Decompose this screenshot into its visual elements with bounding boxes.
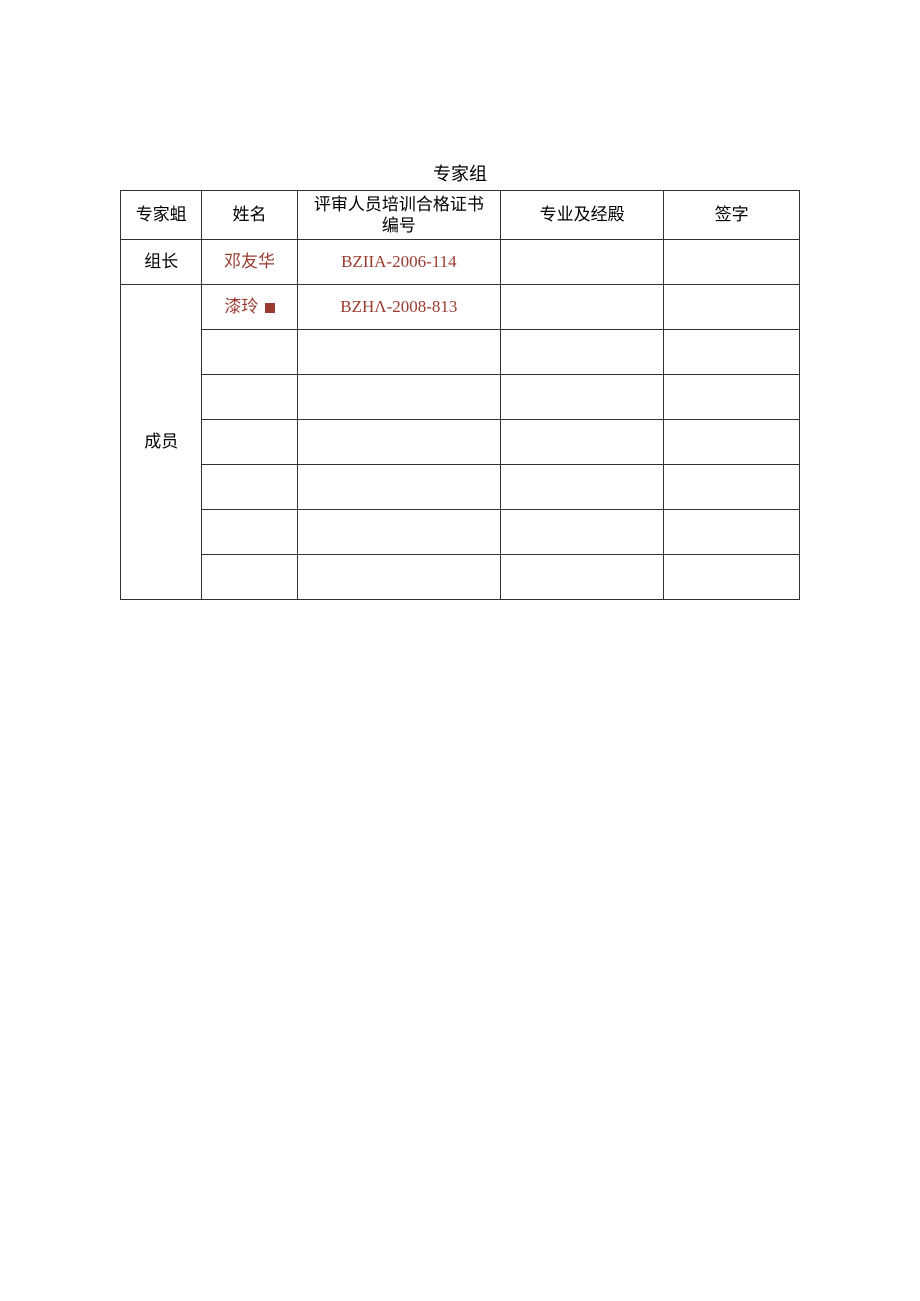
table-row: 成员 漆玲 BZHΛ-2008-813 [121,285,800,330]
cell-name-text: 漆玲 [224,297,258,316]
role-leader: 组长 [121,240,202,285]
cell-cert [297,465,501,510]
cell-domain [501,420,664,465]
cell-domain [501,510,664,555]
expert-table: 专家蛆 姓名 评审人员培训合格证书 编号 专业及经殿 签字 组长 邓友华 BZI… [120,190,800,600]
cell-domain [501,285,664,330]
cell-sign [664,375,800,420]
cell-name [202,330,297,375]
header-cert: 评审人员培训合格证书 编号 [297,191,501,240]
cell-cert [297,330,501,375]
table-row [121,420,800,465]
cell-name [202,555,297,600]
cell-sign [664,465,800,510]
cell-sign [664,330,800,375]
cell-name [202,420,297,465]
page: 专家组 专家蛆 姓名 评审人员培训合格证书 编号 专业及经殿 签字 组长 邓友华… [0,0,920,600]
cell-domain [501,240,664,285]
cell-sign [664,420,800,465]
page-title: 专家组 [120,160,800,186]
cell-domain [501,465,664,510]
cell-cert [297,375,501,420]
table-row: 组长 邓友华 BZIIA-2006-114 [121,240,800,285]
cell-cert: BZIIA-2006-114 [297,240,501,285]
cell-cert [297,555,501,600]
cell-sign [664,555,800,600]
cell-sign [664,285,800,330]
cell-domain [501,555,664,600]
cell-name [202,375,297,420]
cell-cert [297,420,501,465]
table-row [121,555,800,600]
header-sign: 签字 [664,191,800,240]
cell-name: 邓友华 [202,240,297,285]
header-name: 姓名 [202,191,297,240]
cell-domain [501,330,664,375]
cell-sign [664,240,800,285]
cell-cert [297,510,501,555]
cell-sign [664,510,800,555]
redacted-marker-icon [265,303,275,313]
cell-name: 漆玲 [202,285,297,330]
header-domain: 专业及经殿 [501,191,664,240]
header-role: 专家蛆 [121,191,202,240]
cell-name [202,465,297,510]
table-row [121,510,800,555]
table-row [121,330,800,375]
cell-domain [501,375,664,420]
table-row [121,465,800,510]
table-row [121,375,800,420]
cell-cert: BZHΛ-2008-813 [297,285,501,330]
cell-name [202,510,297,555]
table-header-row: 专家蛆 姓名 评审人员培训合格证书 编号 专业及经殿 签字 [121,191,800,240]
role-member: 成员 [121,285,202,600]
